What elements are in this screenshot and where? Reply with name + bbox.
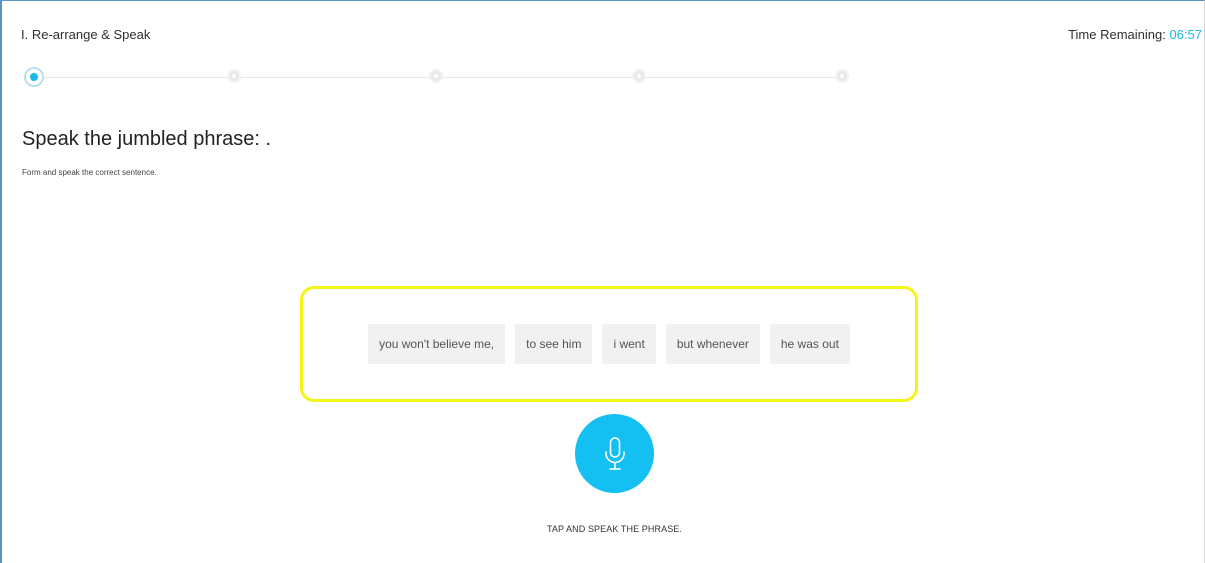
progress-step-4 — [632, 69, 646, 83]
mic-hint: TAP AND SPEAK THE PHRASE. — [546, 524, 683, 534]
progress-stepper — [24, 67, 854, 88]
phrase-chip[interactable]: to see him — [515, 324, 593, 364]
progress-step-1 — [24, 67, 44, 87]
test-window: I. Re-arrange & Speak Time Remaining: 06… — [0, 0, 1205, 563]
time-remaining: Time Remaining: 06:57 — [1068, 27, 1202, 42]
jumbled-phrase-box: you won't believe me, to see him i went … — [300, 286, 918, 402]
timer-label: Time Remaining: — [1068, 27, 1170, 42]
phrase-chip[interactable]: you won't believe me, — [368, 324, 506, 364]
phrase-chip[interactable]: but whenever — [665, 324, 760, 364]
section-title: I. Re-arrange & Speak — [21, 27, 151, 42]
timer-value: 06:57 — [1169, 27, 1202, 42]
microphone-button[interactable] — [575, 414, 654, 493]
phrase-chip[interactable]: he was out — [769, 324, 850, 364]
question-title: Speak the jumbled phrase: . — [22, 128, 272, 150]
progress-step-3 — [429, 69, 443, 83]
progress-step-5 — [835, 69, 849, 83]
progress-step-2 — [227, 69, 241, 83]
microphone-icon — [604, 436, 626, 471]
question-instruction: Form and speak the correct sentence. — [22, 168, 157, 177]
phrase-chip[interactable]: i went — [602, 324, 656, 364]
